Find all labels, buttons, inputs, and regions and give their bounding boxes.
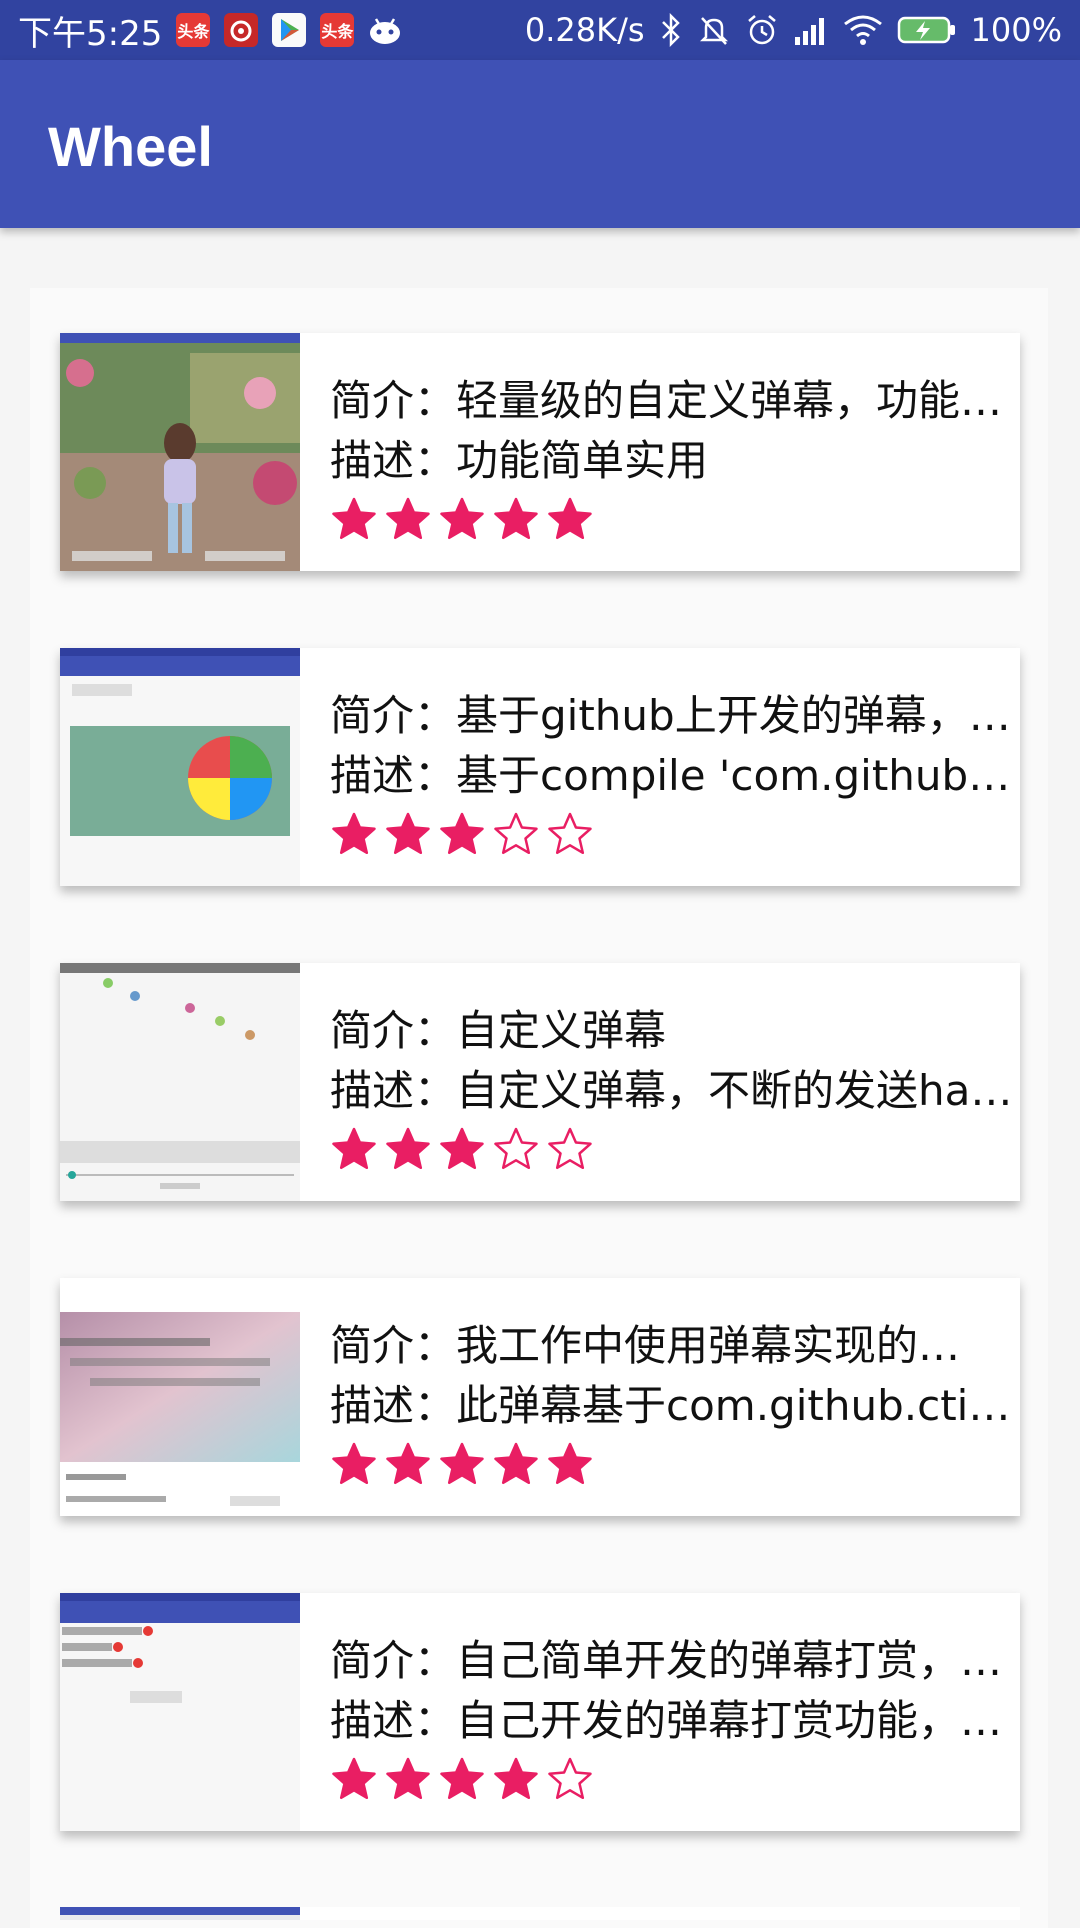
star-empty-icon — [548, 812, 592, 855]
star-empty-icon — [494, 812, 538, 855]
star-filled-icon — [440, 1757, 484, 1800]
rating-bar — [332, 1127, 592, 1171]
star-filled-icon — [440, 497, 484, 540]
alarm-icon — [747, 15, 776, 45]
signal-icon — [794, 18, 824, 45]
battery-level: 100% — [970, 11, 1062, 49]
star-filled-icon — [494, 497, 538, 540]
app-title: Wheel — [48, 115, 213, 178]
star-filled-icon — [332, 1442, 376, 1485]
list-item[interactable]: 简介：自定义弹幕 描述：自定义弹幕，不断的发送ha… — [60, 963, 1020, 1201]
star-filled-icon — [332, 1127, 376, 1170]
list-item[interactable]: 简介：基于github上开发的弹幕，… 描述：基于compile 'com.gi… — [60, 648, 1020, 886]
rating-bar — [332, 1442, 592, 1486]
list-item[interactable]: 简介：轻量级的自定义弹幕，功能… 描述：功能简单实用 — [60, 333, 1020, 571]
star-filled-icon — [386, 812, 430, 855]
star-filled-icon — [386, 1757, 430, 1800]
star-filled-icon — [440, 812, 484, 855]
list-item[interactable]: 简介：我工作中使用弹幕实现的… 描述：此弹幕基于com.github.cti… — [60, 1278, 1020, 1516]
item-intro: 简介：基于github上开发的弹幕，… — [330, 691, 1011, 740]
star-filled-icon — [494, 1442, 538, 1485]
thumbnail-image — [60, 1278, 300, 1516]
list-item-partial[interactable] — [60, 1907, 1020, 1920]
item-desc: 描述：功能简单实用 — [330, 436, 709, 485]
status-bar: 下午5:25 头条 头条 0.28K/s 100% — [0, 0, 1080, 60]
star-empty-icon — [494, 1127, 538, 1170]
item-desc: 描述：基于compile 'com.github.c… — [330, 751, 1020, 800]
android-icon — [368, 13, 402, 47]
star-filled-icon — [386, 1442, 430, 1485]
star-filled-icon — [386, 1127, 430, 1170]
bluetooth-icon — [661, 13, 680, 47]
star-filled-icon — [332, 497, 376, 540]
wifi-icon — [843, 15, 882, 45]
star-filled-icon — [440, 1442, 484, 1485]
star-filled-icon — [548, 1442, 592, 1485]
star-filled-icon — [494, 1757, 538, 1800]
network-speed: 0.28K/s — [524, 11, 645, 49]
thumbnail-image — [60, 963, 300, 1201]
thumbnail-image — [60, 333, 300, 571]
app-bar: Wheel — [0, 60, 1080, 228]
rating-bar — [332, 812, 592, 856]
mute-icon — [699, 17, 728, 45]
star-filled-icon — [332, 812, 376, 855]
star-filled-icon — [332, 1757, 376, 1800]
toutiao-icon: 头条 — [320, 13, 355, 47]
toutiao-icon: 头条 — [176, 13, 211, 47]
list-item[interactable]: 简介：自己简单开发的弹幕打赏，… 描述：自己开发的弹幕打赏功能，… — [60, 1593, 1020, 1831]
rating-bar — [332, 497, 592, 541]
play-store-icon — [272, 13, 307, 47]
item-desc: 描述：自己开发的弹幕打赏功能，… — [330, 1696, 1003, 1745]
weibo-icon — [224, 13, 259, 47]
item-intro: 简介：我工作中使用弹幕实现的… — [330, 1321, 961, 1370]
rating-bar — [332, 1757, 592, 1801]
item-desc: 描述：此弹幕基于com.github.cti… — [330, 1381, 1011, 1430]
thumbnail-image — [60, 1593, 300, 1831]
star-filled-icon — [440, 1127, 484, 1170]
star-empty-icon — [548, 1757, 592, 1800]
thumbnail-image — [60, 1907, 300, 1920]
star-empty-icon — [548, 1127, 592, 1170]
star-filled-icon — [548, 497, 592, 540]
item-intro: 简介：轻量级的自定义弹幕，功能… — [330, 376, 1003, 425]
star-filled-icon — [386, 497, 430, 540]
item-desc: 描述：自定义弹幕，不断的发送ha… — [330, 1066, 1013, 1115]
battery-icon — [897, 16, 955, 44]
item-intro: 简介：自己简单开发的弹幕打赏，… — [330, 1636, 1003, 1685]
thumbnail-image — [60, 648, 300, 886]
status-time: 下午5:25 — [18, 13, 163, 54]
item-intro: 简介：自定义弹幕 — [330, 1006, 667, 1055]
